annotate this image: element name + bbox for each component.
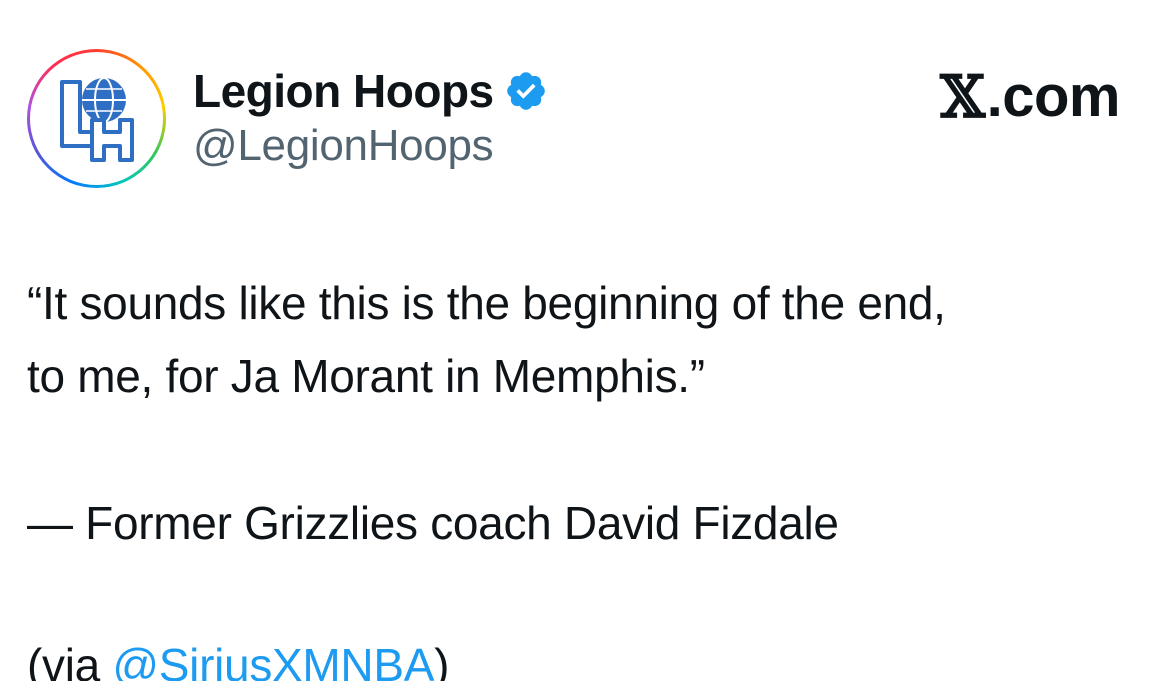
x-brand-logo: 𝕏 .com <box>940 63 1121 131</box>
account-handle[interactable]: @LegionHoops <box>193 124 494 168</box>
avatar[interactable] <box>27 49 166 188</box>
x-logo-icon: 𝕏 <box>940 63 985 131</box>
legion-hoops-logo-icon <box>59 76 134 162</box>
verified-badge-icon <box>506 72 545 110</box>
tweet-card: Legion Hoops @LegionHoops 𝕏 .com “It soun… <box>0 0 1170 681</box>
avatar-inner <box>30 52 163 185</box>
name-row: Legion Hoops <box>193 62 548 120</box>
mention-link[interactable]: @SiriusXMNBA <box>112 639 434 681</box>
via-suffix: ) <box>434 639 450 681</box>
tweet-attribution: — Former Grizzlies coach David Fizdale <box>27 497 839 549</box>
tweet-via-line: (via @SiriusXMNBA) <box>27 630 1147 681</box>
display-name[interactable]: Legion Hoops <box>193 68 494 114</box>
tweet-quote-line-1: “It sounds like this is the beginning of… <box>27 277 946 329</box>
via-prefix: (via <box>27 639 113 681</box>
tweet-quote-line-2: to me, for Ja Morant in Memphis.” <box>27 350 705 402</box>
brand-domain: .com <box>986 64 1121 129</box>
